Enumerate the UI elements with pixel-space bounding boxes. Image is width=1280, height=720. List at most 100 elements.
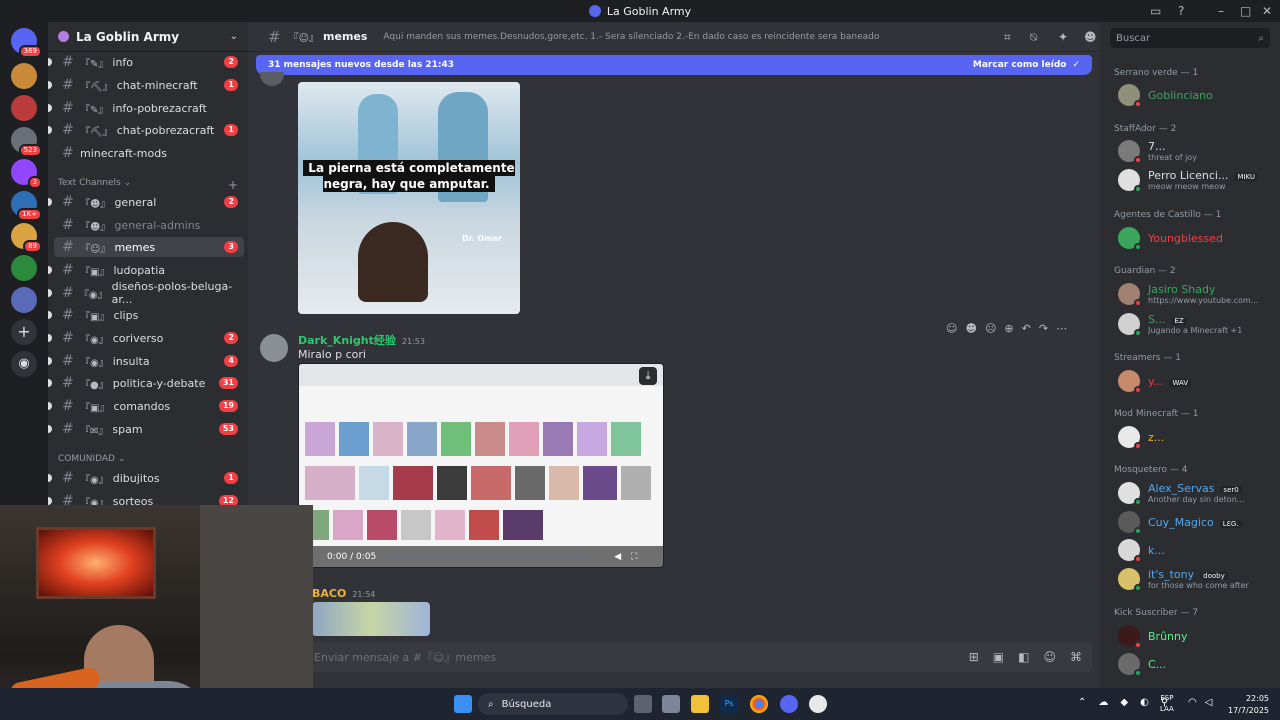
sticker-icon[interactable]: ◧	[1018, 650, 1029, 664]
message-author[interactable]: Dark_Knight经验 21:53	[298, 332, 425, 348]
channel-topic[interactable]: Aqui manden sus memes.Desnudos,gore,etc.…	[383, 32, 879, 42]
server-icon[interactable]	[11, 63, 37, 89]
network-icon[interactable]: ◐	[1140, 697, 1149, 708]
member-item[interactable]: Cuy_Magico LƐG.	[1118, 511, 1278, 535]
message-author[interactable]: BACO 21:54	[312, 587, 375, 600]
server-icon[interactable]	[11, 95, 37, 121]
avatar[interactable]	[260, 72, 284, 86]
message-image[interactable]: La pierna está completamente negra, hay …	[298, 82, 520, 314]
clock[interactable]: 22:05 17/7/2025	[1228, 693, 1269, 717]
member-item[interactable]: k...	[1118, 539, 1278, 563]
channel-item[interactable]: # 『✎』 info-pobrezacraft	[48, 98, 244, 118]
add-channel-icon[interactable]: +	[228, 178, 238, 192]
server-icon[interactable]: 1K+	[11, 191, 42, 221]
photoshop-icon[interactable]: Ps	[720, 695, 738, 713]
discord-icon[interactable]	[780, 695, 798, 713]
taskbar-search[interactable]: ⌕ Búsqueda	[478, 693, 628, 715]
channel-item[interactable]: # 『✉』 spam 53	[48, 419, 244, 439]
member-item[interactable]: Jasiro Shady https://www.youtube.com...	[1118, 283, 1278, 307]
start-icon[interactable]	[454, 695, 472, 713]
channel-item[interactable]: # 『▣』 clips	[48, 305, 244, 325]
direct-messages-icon[interactable]: 369	[11, 28, 42, 58]
member-item[interactable]: S... EZ Jugando a Minecraft +1	[1118, 313, 1278, 337]
server-icon[interactable]: 89	[11, 223, 42, 253]
channel-item[interactable]: # 『☻』 general 2	[48, 192, 244, 212]
close-button[interactable]: ✕	[1262, 0, 1272, 22]
member-item[interactable]: y... WAV	[1118, 370, 1278, 394]
server-icon[interactable]	[11, 287, 37, 313]
reaction-icon[interactable]: ☺	[946, 322, 957, 335]
member-item[interactable]: Brûnny	[1118, 625, 1278, 649]
language-indicator[interactable]: ESP LAA	[1160, 693, 1174, 715]
category-header[interactable]: COMUNIDAD ⌄	[58, 454, 238, 464]
member-list-icon[interactable]: ☻	[1084, 30, 1098, 44]
task-view-icon[interactable]	[634, 695, 652, 713]
member-item[interactable]: Goblinciano	[1118, 84, 1278, 108]
search-input[interactable]: Buscar ⌕	[1110, 28, 1270, 48]
threads-icon[interactable]: ⌗	[1004, 30, 1018, 44]
member-item[interactable]: C...	[1118, 653, 1278, 677]
channel-item[interactable]: # 『◉』 coriverso 2	[48, 328, 244, 348]
explore-icon[interactable]: ◉	[11, 351, 37, 377]
video-attachment[interactable]: ⤓ 0:00 / 0:05 ◀ ⛶	[298, 363, 664, 568]
channel-item[interactable]: # minecraft-mods	[54, 143, 244, 163]
gift-icon[interactable]: ⊞	[969, 650, 979, 664]
server-icon[interactable]: 523	[11, 127, 42, 157]
channel-item-active[interactable]: # 『☺』 memes 3	[54, 237, 244, 257]
mute-bell-icon[interactable]: ⍉	[1030, 30, 1044, 44]
channel-item[interactable]: # 『▣』 ludopatia	[48, 260, 244, 280]
member-item[interactable]: z...	[1118, 426, 1278, 450]
download-icon[interactable]: ⤓	[639, 367, 657, 385]
channel-item[interactable]: # 『☻』 general-admins	[54, 215, 244, 235]
guild-header[interactable]: La Goblin Army ⌄	[48, 22, 248, 52]
server-icon[interactable]	[11, 255, 37, 281]
file-explorer-icon[interactable]	[691, 695, 709, 713]
volume-icon[interactable]: ◀	[614, 552, 621, 562]
fullscreen-icon[interactable]: ⛶	[631, 552, 637, 562]
channel-item[interactable]: # 『✎』 info 2	[48, 52, 244, 72]
channel-item[interactable]: # 『◉』 dibujitos 1	[48, 468, 244, 488]
reply-icon[interactable]: ↶	[1022, 322, 1031, 335]
chrome-icon[interactable]	[750, 695, 768, 713]
member-item[interactable]: it's_tony dooby for those who come after	[1118, 568, 1278, 592]
wifi-icon[interactable]: ◠	[1188, 697, 1197, 708]
more-options-icon[interactable]: ⋯	[1056, 322, 1067, 335]
inbox-icon[interactable]: ▭	[1150, 0, 1161, 22]
server-icon[interactable]: 3	[11, 159, 42, 189]
video-progress-bar[interactable]	[384, 555, 595, 559]
apps-icon[interactable]: ⌘	[1070, 650, 1082, 664]
app-icon[interactable]	[662, 695, 680, 713]
maximize-button[interactable]: □	[1240, 0, 1251, 22]
member-item[interactable]: Perro Licenci... MIKU meow meow meow	[1118, 169, 1278, 193]
member-item[interactable]: 7... threat of joy	[1118, 140, 1278, 164]
message-composer[interactable]: Enviar mensaje a #『☺』memes ⊞ ▣ ◧ ☺ ⌘	[296, 642, 1092, 672]
channel-item[interactable]: # 『▣』 comandos 19	[48, 396, 244, 416]
forward-icon[interactable]: ↷	[1039, 322, 1048, 335]
channel-item[interactable]: # 『◉』 diseños-polos-beluga-ar...	[48, 280, 244, 306]
pin-icon[interactable]: ✦	[1058, 30, 1072, 44]
app-icon[interactable]	[809, 695, 827, 713]
minimize-button[interactable]: –	[1218, 0, 1224, 22]
volume-icon[interactable]: ◁	[1205, 697, 1213, 708]
emoji-icon[interactable]: ☺	[1043, 650, 1056, 664]
chevron-up-icon[interactable]: ⌃	[1078, 697, 1086, 708]
reaction-icon[interactable]: ☹	[985, 322, 996, 335]
defender-icon[interactable]: ◆	[1120, 697, 1128, 708]
channel-item[interactable]: # 『⛏』 chat-minecraft 1	[48, 75, 244, 95]
avatar[interactable]	[260, 334, 288, 362]
new-messages-banner[interactable]: 31 mensajes nuevos desde las 21:43 Marca…	[256, 55, 1092, 75]
add-server-icon[interactable]: +	[11, 319, 37, 345]
gif-icon[interactable]: ▣	[993, 650, 1004, 664]
mark-as-read-button[interactable]: Marcar como leído	[973, 60, 1067, 70]
add-reaction-icon[interactable]: ⊕	[1004, 322, 1013, 335]
onedrive-icon[interactable]: ☁	[1098, 697, 1108, 708]
channel-item[interactable]: # 『●』 politica-y-debate 31	[48, 373, 244, 393]
reaction-icon[interactable]: ☻	[965, 322, 976, 335]
member-item[interactable]: Youngblessed	[1118, 227, 1278, 251]
message-image[interactable]	[312, 602, 430, 636]
category-header[interactable]: Text Channels ⌄ +	[58, 178, 238, 192]
composer-input[interactable]: Enviar mensaje a #『☺』memes	[314, 649, 496, 665]
channel-item[interactable]: # 『⛏』 chat-pobrezacraft 1	[48, 120, 244, 140]
channel-item[interactable]: # 『◉』 insulta 4	[48, 351, 244, 371]
member-item[interactable]: Alex_Servas ser0 Another day sin deton...	[1118, 482, 1278, 506]
